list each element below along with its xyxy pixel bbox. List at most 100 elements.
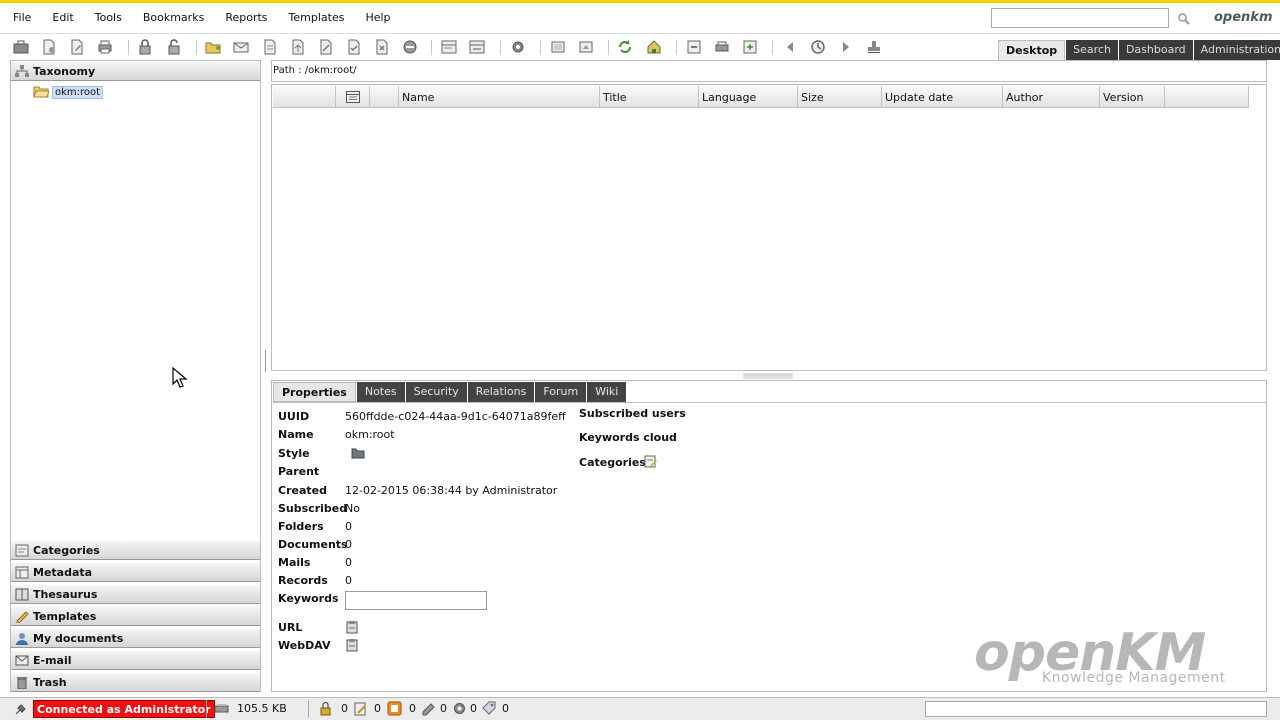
mouse-cursor-icon — [172, 367, 188, 388]
workflow-gear-icon[interactable] — [510, 39, 526, 55]
menu-reports[interactable]: Reports — [222, 11, 270, 24]
tab-desktop[interactable]: Desktop — [998, 40, 1066, 60]
refresh-icon[interactable] — [617, 39, 633, 55]
menu-bar: File Edit Tools Bookmarks Reports Templa… — [0, 3, 1280, 34]
subscribed-folders-count: 0 — [440, 702, 447, 715]
tab-administration[interactable]: Administration — [1193, 40, 1280, 60]
delete-icon[interactable] — [402, 39, 418, 55]
edit-document-icon[interactable] — [69, 39, 85, 55]
workflow-tasks-icon[interactable] — [452, 701, 467, 716]
taxonomy-icon — [15, 65, 29, 78]
menu-file[interactable]: File — [10, 11, 34, 24]
toolbar-separator — [196, 40, 197, 55]
trash-icon — [15, 676, 29, 689]
file-browser-table: Name Title Language Size Update date Aut… — [271, 84, 1267, 371]
tab-dashboard[interactable]: Dashboard — [1118, 40, 1193, 60]
clock-icon[interactable] — [810, 39, 826, 55]
menu-tools[interactable]: Tools — [92, 11, 125, 24]
column-header-extra[interactable] — [1165, 86, 1249, 108]
subscribed-folders-icon[interactable] — [421, 701, 436, 716]
menu-edit[interactable]: Edit — [49, 11, 76, 24]
tab-wiki[interactable]: Wiki — [587, 382, 627, 402]
clipboard-icon[interactable] — [345, 638, 359, 652]
edit-categories-icon[interactable] — [644, 454, 658, 468]
document-check-icon[interactable] — [346, 39, 362, 55]
tab-properties[interactable]: Properties — [273, 382, 356, 402]
uploader-icon[interactable] — [578, 39, 594, 55]
new-mail-icon[interactable] — [233, 39, 249, 55]
print-icon[interactable] — [97, 39, 113, 55]
stack-metadata[interactable]: Metadata — [11, 562, 260, 582]
uuid-label: UUID — [278, 410, 310, 423]
style-label: Style — [278, 447, 310, 460]
keywords-input[interactable] — [345, 591, 487, 610]
tab-security[interactable]: Security — [405, 382, 467, 402]
stamp-icon[interactable] — [866, 39, 882, 55]
keywords-label: Keywords — [278, 592, 339, 605]
column-header-version[interactable]: Version — [1100, 86, 1165, 108]
folders-label: Folders — [278, 520, 324, 533]
column-header-massive[interactable] — [336, 86, 370, 108]
column-header-update-date[interactable]: Update date — [882, 86, 1003, 108]
column-header-icon[interactable] — [370, 86, 399, 108]
stack-email-label: E-mail — [33, 654, 72, 667]
lock-icon[interactable] — [137, 39, 153, 55]
column-header-status[interactable] — [273, 86, 336, 108]
menu-bookmarks[interactable]: Bookmarks — [140, 11, 207, 24]
stack-thesaurus[interactable]: Thesaurus — [11, 584, 260, 604]
add-document-icon[interactable] — [41, 39, 57, 55]
column-header-title[interactable]: Title — [600, 86, 699, 108]
unlock-icon[interactable] — [166, 39, 182, 55]
records-value: 0 — [345, 574, 352, 587]
menu-help[interactable]: Help — [362, 11, 393, 24]
fit-view-icon[interactable] — [742, 39, 758, 55]
mail-icon — [15, 654, 29, 667]
tab-forum[interactable]: Forum — [535, 382, 587, 402]
checkout-documents-count: 0 — [374, 702, 381, 715]
stack-templates[interactable]: Templates — [11, 606, 260, 626]
document-icon[interactable] — [262, 39, 278, 55]
stack-categories-label: Categories — [33, 544, 100, 557]
add-property-group-icon[interactable] — [441, 39, 457, 55]
locked-documents-icon[interactable] — [318, 701, 333, 716]
home-icon[interactable] — [646, 39, 662, 55]
tab-search[interactable]: Search — [1066, 40, 1118, 60]
column-header-author[interactable]: Author — [1003, 86, 1100, 108]
back-arrow-icon[interactable] — [782, 39, 798, 55]
document-upload-icon[interactable] — [290, 39, 306, 55]
print-preview-icon[interactable] — [714, 39, 730, 55]
export-icon[interactable] — [686, 39, 702, 55]
new-folder-icon[interactable] — [205, 39, 221, 55]
stack-categories[interactable]: Categories — [11, 540, 260, 560]
quick-search-input[interactable] — [991, 8, 1169, 28]
tab-relations[interactable]: Relations — [467, 382, 535, 402]
tree-node-root[interactable]: okm:root — [33, 85, 104, 99]
column-header-language[interactable]: Language — [699, 86, 798, 108]
stack-metadata-label: Metadata — [33, 566, 93, 579]
column-header-name[interactable]: Name — [399, 86, 600, 108]
document-edit-icon[interactable] — [318, 39, 334, 55]
vertical-splitter[interactable] — [263, 350, 268, 372]
stack-trash[interactable]: Trash — [11, 672, 260, 692]
clipboard-icon[interactable] — [345, 620, 359, 634]
scanner-icon[interactable] — [550, 39, 566, 55]
stack-email[interactable]: E-mail — [11, 650, 260, 670]
status-separator — [206, 700, 207, 718]
horizontal-splitter[interactable] — [743, 373, 793, 379]
remove-property-group-icon[interactable] — [469, 39, 485, 55]
menu-templates[interactable]: Templates — [286, 11, 348, 24]
checkout-documents-icon[interactable] — [353, 701, 368, 716]
uuid-value: 560ffdde-c024-44aa-9d1c-64071a89feff — [345, 410, 566, 423]
search-icon[interactable] — [1177, 12, 1191, 26]
document-cancel-icon[interactable] — [374, 39, 390, 55]
stack-taxonomy[interactable]: Taxonomy — [11, 61, 260, 81]
tab-notes[interactable]: Notes — [356, 382, 405, 402]
forward-arrow-icon[interactable] — [838, 39, 854, 55]
news-tags-icon[interactable] — [482, 701, 497, 716]
stack-my-documents[interactable]: My documents — [11, 628, 260, 648]
briefcase-icon[interactable] — [13, 39, 29, 55]
subscribed-documents-icon[interactable] — [387, 701, 402, 716]
column-header-size[interactable]: Size — [798, 86, 882, 108]
folders-value: 0 — [345, 520, 352, 533]
folder-open-icon — [33, 86, 49, 98]
